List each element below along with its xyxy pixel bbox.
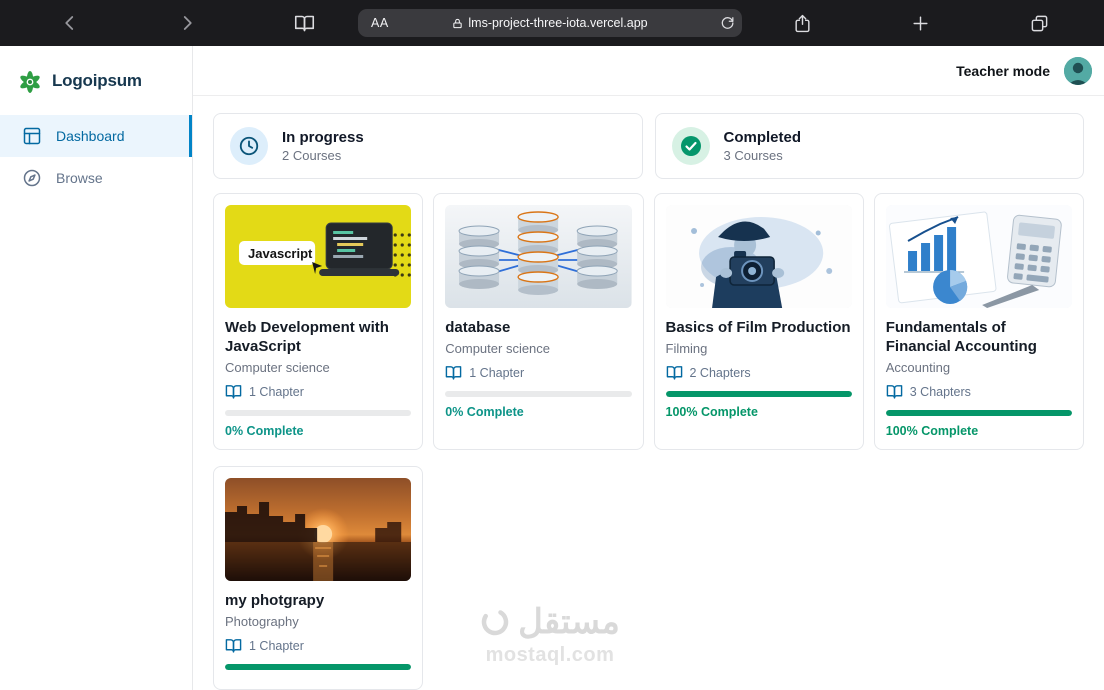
sidebar-item-dashboard[interactable]: Dashboard bbox=[0, 115, 192, 157]
course-chapters: 1 Chapter bbox=[225, 637, 411, 654]
main-area: Teacher mode In progress 2 Courses Compl… bbox=[193, 46, 1104, 690]
check-circle-icon bbox=[671, 127, 710, 165]
avatar-image bbox=[1064, 56, 1092, 85]
course-grid: Javascript Web Development with JavaScri… bbox=[213, 193, 1084, 690]
chapter-count: 1 Chapter bbox=[469, 365, 525, 380]
course-chapters: 2 Chapters bbox=[666, 364, 852, 381]
logo-text: Logoipsum bbox=[52, 70, 142, 90]
book-open-icon bbox=[886, 383, 903, 400]
chapter-count: 2 Chapters bbox=[689, 365, 751, 380]
compass-icon bbox=[23, 169, 41, 187]
tabs-icon bbox=[1031, 15, 1047, 31]
progress-bar bbox=[225, 410, 412, 416]
progress-label: 0% Complete bbox=[225, 424, 304, 438]
stat-title: Completed bbox=[723, 129, 802, 146]
progress-bar bbox=[445, 391, 632, 397]
avatar[interactable] bbox=[1064, 56, 1092, 85]
progress-bar bbox=[885, 410, 1072, 416]
stat-card-in-progress: In progress 2 Courses bbox=[213, 113, 643, 179]
share-button[interactable] bbox=[788, 0, 816, 46]
address-bar[interactable]: AA lms-project-three-iota.vercel.app bbox=[358, 9, 742, 37]
sidebar-item-browse[interactable]: Browse bbox=[0, 157, 192, 199]
url-display: lms-project-three-iota.vercel.app bbox=[358, 16, 742, 30]
sidebar-item-label: Dashboard bbox=[56, 128, 125, 144]
course-thumbnail-javascript: Javascript bbox=[225, 205, 412, 308]
course-card[interactable]: Fundamentals of Financial Accounting Acc… bbox=[873, 193, 1084, 450]
book-open-icon bbox=[225, 383, 242, 400]
lms-app: Logoipsum Dashboard Browse Teacher mode bbox=[0, 46, 1104, 690]
plus-icon bbox=[912, 15, 928, 31]
course-thumbnail-finance bbox=[885, 205, 1072, 308]
stat-count: 2 Courses bbox=[282, 148, 342, 163]
course-category: Computer science bbox=[445, 341, 551, 356]
browser-back-button[interactable] bbox=[56, 0, 84, 46]
progress-bar bbox=[225, 664, 412, 670]
lock-icon bbox=[453, 18, 463, 28]
stat-count: 3 Courses bbox=[723, 148, 783, 163]
book-open-icon bbox=[445, 364, 462, 381]
progress-fill bbox=[665, 391, 852, 397]
thumbnail-label: Javascript bbox=[248, 246, 313, 261]
course-card[interactable]: my photgrapy Photography 1 Chapter bbox=[213, 466, 424, 690]
logo-icon bbox=[20, 70, 40, 93]
chapter-count: 1 Chapter bbox=[249, 384, 304, 399]
stats-row: In progress 2 Courses Completed 3 Course… bbox=[213, 113, 1084, 179]
url-text: lms-project-three-iota.vercel.app bbox=[468, 16, 648, 30]
stat-title: In progress bbox=[282, 129, 364, 146]
course-title: Basics of Film Production bbox=[665, 319, 851, 336]
course-title: Fundamentals of Financial Accounting bbox=[885, 319, 1037, 355]
course-chapters: 3 Chapters bbox=[886, 383, 1072, 400]
tab-overview-button[interactable] bbox=[1025, 0, 1053, 46]
sidebar-item-label: Browse bbox=[56, 170, 103, 186]
logo: Logoipsum bbox=[0, 46, 192, 115]
book-open-icon bbox=[666, 364, 683, 381]
progress-label: 100% Complete bbox=[665, 405, 758, 419]
course-thumbnail-database bbox=[445, 205, 632, 308]
book-open-icon bbox=[225, 637, 242, 654]
stat-card-completed: Completed 3 Courses bbox=[654, 113, 1084, 179]
course-chapters: 1 Chapter bbox=[445, 364, 631, 381]
course-thumbnail-sunset bbox=[225, 478, 412, 581]
course-thumbnail-film bbox=[665, 205, 852, 308]
clock-icon bbox=[230, 127, 268, 165]
course-card[interactable]: Javascript Web Development with JavaScri… bbox=[213, 193, 424, 450]
progress-fill bbox=[885, 410, 1072, 416]
progress-label: 0% Complete bbox=[445, 405, 524, 419]
course-title: my photgrapy bbox=[225, 592, 325, 609]
dashboard-content: In progress 2 Courses Completed 3 Course… bbox=[193, 96, 1104, 690]
course-chapters: 1 Chapter bbox=[225, 383, 411, 400]
course-category: Filming bbox=[665, 341, 708, 356]
teacher-mode-button[interactable]: Teacher mode bbox=[956, 63, 1050, 79]
course-category: Accounting bbox=[885, 360, 951, 375]
new-tab-button[interactable] bbox=[906, 0, 934, 46]
book-icon bbox=[294, 15, 314, 31]
chapter-count: 1 Chapter bbox=[249, 638, 304, 653]
course-card[interactable]: database Computer science 1 Chapter 0% C… bbox=[433, 193, 644, 450]
reload-button[interactable] bbox=[719, 15, 735, 31]
reading-list-button[interactable] bbox=[290, 0, 318, 46]
course-title: Web Development with JavaScript bbox=[225, 319, 389, 355]
chevron-right-icon bbox=[183, 16, 192, 30]
sidebar: Logoipsum Dashboard Browse bbox=[0, 46, 193, 690]
share-icon bbox=[794, 14, 810, 32]
course-category: Computer science bbox=[225, 360, 330, 375]
sidebar-nav: Dashboard Browse bbox=[0, 115, 192, 199]
chapter-count: 3 Chapters bbox=[909, 384, 971, 399]
progress-fill bbox=[225, 664, 412, 670]
progress-label: 100% Complete bbox=[885, 424, 979, 438]
chevron-left-icon bbox=[65, 16, 74, 30]
browser-forward-button[interactable] bbox=[173, 0, 201, 46]
browser-chrome: AA lms-project-three-iota.vercel.app bbox=[0, 0, 1104, 46]
reload-icon bbox=[721, 17, 734, 29]
course-card[interactable]: Basics of Film Production Filming 2 Chap… bbox=[653, 193, 864, 450]
reader-options-button[interactable]: AA bbox=[371, 16, 389, 30]
top-bar: Teacher mode bbox=[193, 46, 1104, 96]
progress-bar bbox=[665, 391, 852, 397]
course-category: Photography bbox=[225, 614, 299, 629]
course-title: database bbox=[445, 319, 511, 336]
layout-icon bbox=[23, 127, 41, 145]
